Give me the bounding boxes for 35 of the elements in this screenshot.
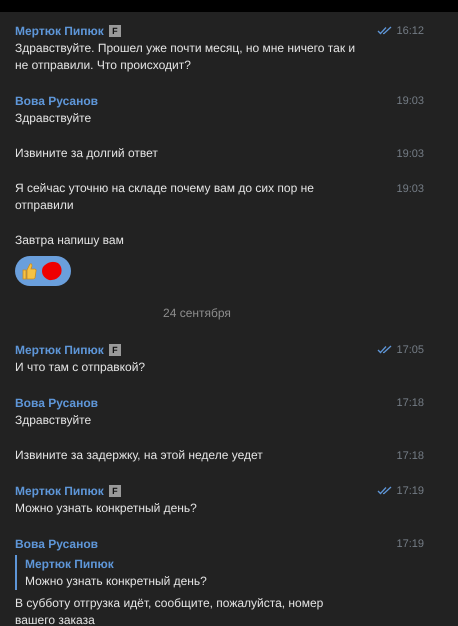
sender-name[interactable]: Мертюк Пипюк <box>15 24 104 38</box>
message-text: Завтра напишу вам <box>15 232 125 249</box>
message-time: 19:03 <box>396 148 424 160</box>
message-time: 17:05 <box>396 344 424 356</box>
quoted-text: Можно узнать конкретный день? <box>25 573 208 590</box>
message-text: Можно узнать конкретный день? <box>15 500 198 517</box>
sender-name[interactable]: Вова Русанов <box>15 396 98 410</box>
message-time: 17:18 <box>396 450 424 462</box>
message-time: 19:03 <box>396 182 424 194</box>
message-time: 19:03 <box>396 94 424 106</box>
message-time: 17:18 <box>396 396 424 408</box>
sender-name[interactable]: Мертюк Пипюк <box>15 484 104 498</box>
message-text: Извините за долгий ответ <box>15 145 159 162</box>
redaction-mark <box>41 261 63 281</box>
sender-badge: F <box>108 25 121 37</box>
date-separator: 24 сентября <box>163 306 231 320</box>
message-time: 16:12 <box>396 24 424 36</box>
sender-name[interactable]: Мертюк Пипюк <box>15 343 104 357</box>
message-text: В субботу отгрузка идёт, сообщите, пожалуйста, номер вашего заказа <box>15 595 324 626</box>
message-time: 17:19 <box>396 484 424 496</box>
message-text: И что там с отправкой? <box>15 359 146 376</box>
message-text: Здравствуйте. Прошел уже почти месяц, но мне ничего так и не отправили. Что происходит? <box>15 40 356 74</box>
sender-badge: F <box>108 344 121 356</box>
quoted-sender: Мертюк Пипюк <box>25 556 115 573</box>
message-text: Здравствуйте <box>15 412 92 429</box>
reaction-pill[interactable] <box>15 256 71 286</box>
sender-name[interactable]: Вова Русанов <box>15 94 98 108</box>
message-text: Я сейчас уточню на складе почему вам до сих пор не отправили <box>15 180 315 214</box>
thumbs-up-icon <box>21 262 37 280</box>
message-text: Здравствуйте <box>15 110 92 127</box>
sender-badge: F <box>108 485 121 497</box>
reply-quote[interactable]: Мертюк Пипюк Можно узнать конкретный день? <box>15 555 357 590</box>
sender-name[interactable]: Вова Русанов <box>15 537 98 551</box>
message-time: 17:19 <box>396 538 424 550</box>
message-text: Извините за задержку, на этой неделе уедет <box>15 447 264 464</box>
